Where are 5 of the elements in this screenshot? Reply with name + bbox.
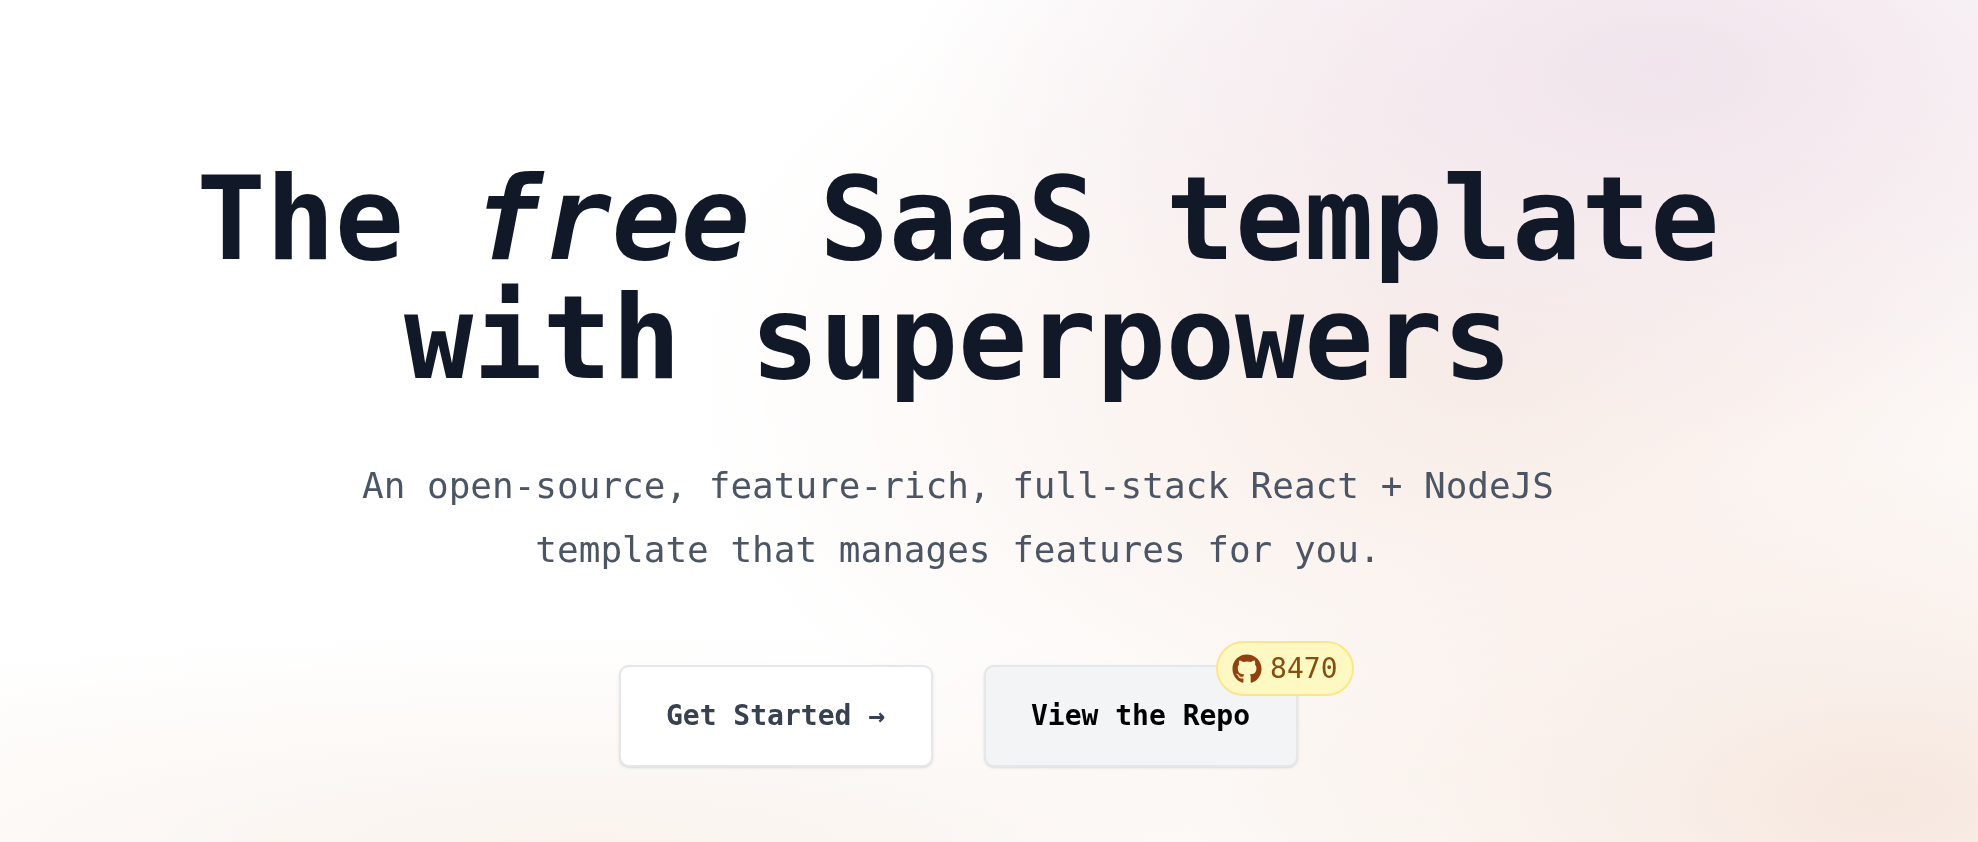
star-count-badge[interactable]: 8470 — [1216, 641, 1354, 696]
get-started-button[interactable]: Get Started → — [618, 665, 933, 767]
github-icon — [1232, 653, 1263, 684]
hero-heading: The free SaaS template with superpowers — [195, 160, 1721, 407]
hero-subtitle: An open-source, feature-rich, full-stack React + NodeJS template that manages features for you. — [360, 464, 1556, 572]
